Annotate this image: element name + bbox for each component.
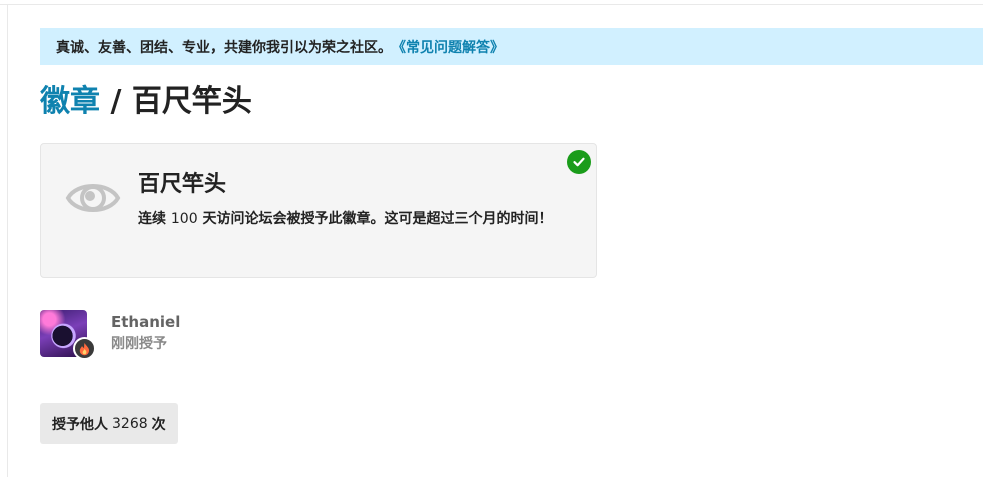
breadcrumb-current: 百尺竿头	[131, 84, 252, 119]
grantee-username[interactable]: Ethaniel	[111, 312, 180, 332]
banner-text: 真诚、友善、团结、专业，共建你我引以为荣之社区。	[56, 39, 392, 56]
badge-desc-number: 100	[170, 211, 198, 227]
faq-link[interactable]: 《常见问题解答》	[392, 37, 504, 57]
flame-icon	[73, 337, 96, 360]
granted-count-button[interactable]: 授予他人 3268 次	[40, 403, 178, 444]
granted-time: 刚刚授予	[111, 336, 167, 352]
breadcrumb-separator: /	[100, 84, 132, 119]
badge-name: 百尺竿头	[138, 172, 227, 197]
check-circle-icon	[567, 150, 591, 174]
granted-count-suffix: 次	[151, 416, 166, 433]
badge-card: 百尺竿头 连续 100 天访问论坛会被授予此徽章。这可是超过三个月的时间！	[40, 143, 597, 278]
badge-description: 连续 100 天访问论坛会被授予此徽章。这可是超过三个月的时间！	[138, 208, 568, 230]
granted-count-prefix: 授予他人	[52, 416, 108, 433]
grantee-entry: Ethaniel 刚刚授予	[40, 310, 240, 360]
header-divider	[0, 4, 983, 5]
badge-desc-suffix: 天访问论坛会被授予此徽章。这可是超过三个月的时间！	[197, 211, 553, 227]
eye-icon	[65, 184, 121, 212]
badge-desc-prefix: 连续	[138, 211, 171, 227]
site-banner: 真诚、友善、团结、专业，共建你我引以为荣之社区。 《常见问题解答》	[40, 28, 983, 65]
breadcrumb-badges-link[interactable]: 徽章	[40, 84, 100, 119]
page-title: 徽章 / 百尺竿头	[40, 82, 252, 122]
granted-count-number: 3268	[112, 415, 148, 432]
sidebar-divider	[7, 5, 8, 477]
